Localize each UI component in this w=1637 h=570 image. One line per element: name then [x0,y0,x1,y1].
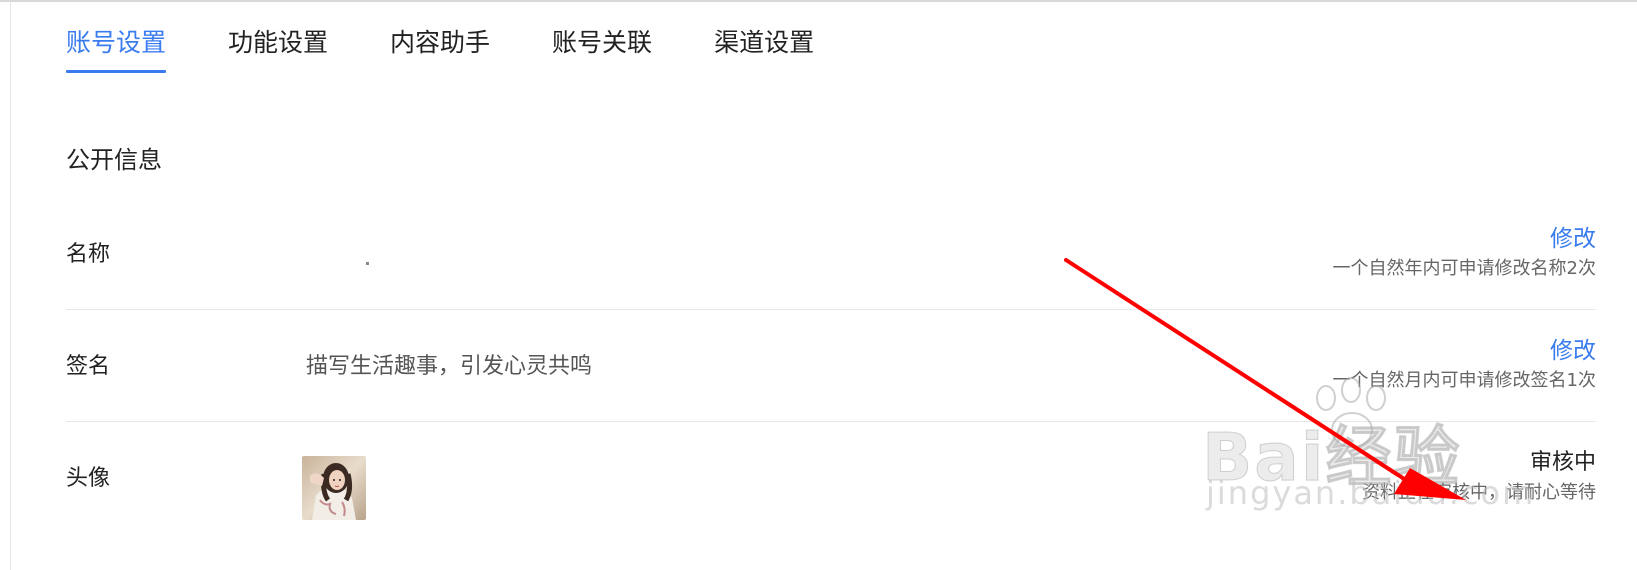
avatar[interactable] [302,456,366,520]
settings-tabs: 账号设置 功能设置 内容助手 账号关联 渠道设置 [66,22,876,74]
edit-signature-button[interactable]: 修改 [1550,336,1596,366]
name-label: 名称 [66,242,111,267]
signature-label: 签名 [66,354,111,379]
top-border [0,0,1637,2]
signature-value: 描写生活趣事，引发心灵共鸣 [306,354,593,379]
signature-row: 签名 描写生活趣事，引发心灵共鸣 修改 一个自然月内可申请修改签名1次 [66,310,1596,422]
avatar-photo-icon [302,456,366,520]
account-settings-page: 账号设置 功能设置 内容助手 账号关联 渠道设置 公开信息 名称 修改 一个自然… [0,0,1637,570]
avatar-review-hint: 资料正在审核中，请耐心等待 [1362,482,1596,503]
tab-feature-settings[interactable]: 功能设置 [228,22,328,64]
tab-channel-settings[interactable]: 渠道设置 [714,22,814,64]
section-title-public-info: 公开信息 [66,146,162,174]
avatar-label: 头像 [66,466,111,491]
avatar-row: 头像 审核中 资料正在审核中，请耐心等待 [66,422,1596,534]
name-redacted-mark [366,262,369,265]
signature-edit-hint: 一个自然月内可申请修改签名1次 [1332,370,1596,391]
edit-name-button[interactable]: 修改 [1550,224,1596,254]
name-edit-hint: 一个自然年内可申请修改名称2次 [1332,258,1596,279]
tab-content-assistant[interactable]: 内容助手 [390,22,490,64]
tab-account-linking[interactable]: 账号关联 [552,22,652,64]
left-border [10,2,11,570]
name-row: 名称 修改 一个自然年内可申请修改名称2次 [66,198,1596,310]
tab-account-settings[interactable]: 账号设置 [66,22,167,73]
avatar-review-status: 审核中 [1529,450,1596,475]
